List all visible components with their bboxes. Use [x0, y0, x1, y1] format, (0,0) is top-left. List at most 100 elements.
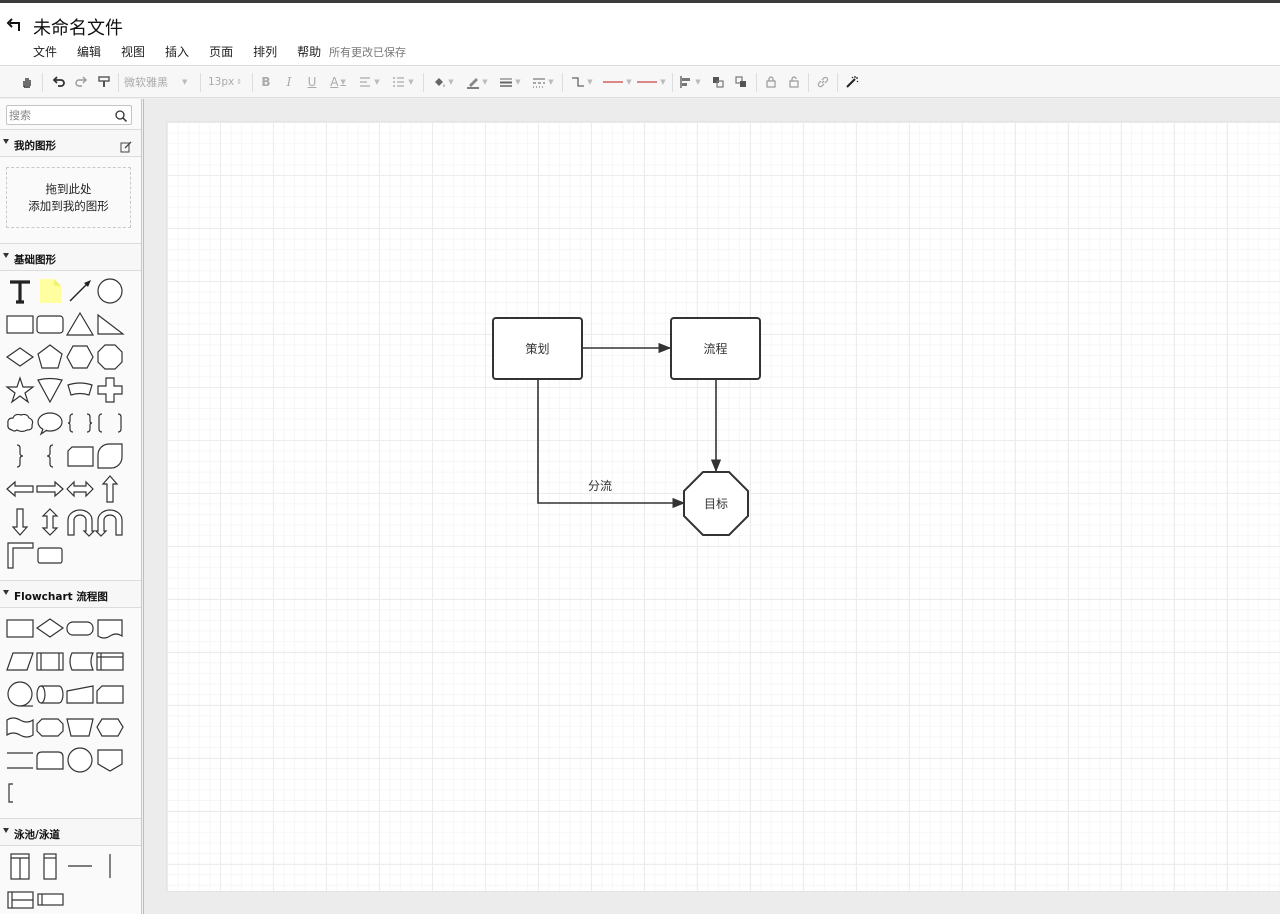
horizontal-pool-shape-icon[interactable]: [5, 884, 35, 914]
decision-shape-icon[interactable]: [35, 613, 65, 643]
parallel-mode-shape-icon[interactable]: [5, 745, 35, 775]
cloud-shape-icon[interactable]: [5, 408, 35, 438]
on-page-reference-shape-icon[interactable]: [65, 745, 95, 775]
down-arrow-shape-icon[interactable]: [5, 507, 35, 537]
note-shape-icon[interactable]: [35, 276, 65, 306]
underline-button[interactable]: U: [304, 73, 320, 91]
stored-data-shape-icon[interactable]: [65, 646, 95, 676]
node-process[interactable]: 流程: [670, 317, 761, 380]
line-width-icon[interactable]: ▼: [497, 73, 523, 91]
pentagon-shape-icon[interactable]: [35, 342, 65, 372]
connector-type-icon[interactable]: ▼: [570, 73, 594, 91]
section-my-shapes[interactable]: 我的图形: [0, 129, 141, 157]
edit-icon[interactable]: [120, 138, 132, 153]
data-shape-icon[interactable]: [5, 646, 35, 676]
line-style-icon[interactable]: ▼: [530, 73, 556, 91]
link-icon[interactable]: [814, 73, 832, 91]
octagon-shape-icon[interactable]: [95, 342, 125, 372]
vertical-pool-shape-icon[interactable]: [5, 851, 35, 881]
lock-icon[interactable]: [762, 73, 780, 91]
magic-wand-icon[interactable]: [843, 73, 861, 91]
list-icon[interactable]: ▼: [391, 73, 415, 91]
corner-shape-icon[interactable]: [5, 540, 35, 570]
right-triangle-shape-icon[interactable]: [95, 309, 125, 339]
vertical-separator-shape-icon[interactable]: [95, 851, 125, 881]
predefined-process-shape-icon[interactable]: [35, 646, 65, 676]
diamond-shape-icon[interactable]: [5, 342, 35, 372]
inverted-triangle-shape-icon[interactable]: [35, 375, 65, 405]
connector-shape-icon[interactable]: [5, 679, 35, 709]
section-flowchart[interactable]: Flowchart 流程图: [0, 580, 141, 608]
menu-insert[interactable]: 插入: [165, 43, 189, 61]
font-color-button[interactable]: A ▼: [327, 73, 349, 91]
rounded-rectangle-shape-icon[interactable]: [35, 309, 65, 339]
circle-shape-icon[interactable]: [95, 276, 125, 306]
right-arrow-shape-icon[interactable]: [35, 474, 65, 504]
u-turn-arrow-shape-icon[interactable]: [65, 507, 96, 537]
unlock-icon[interactable]: [785, 73, 803, 91]
annotation-shape-icon[interactable]: [5, 778, 35, 808]
menu-view[interactable]: 视图: [121, 43, 145, 61]
undo-icon[interactable]: [50, 73, 68, 91]
line-end-icon[interactable]: ▼: [634, 73, 668, 91]
preparation-shape-icon[interactable]: [95, 712, 125, 742]
brackets-shape-icon[interactable]: [95, 408, 125, 438]
process-shape-icon[interactable]: [5, 613, 35, 643]
search-icon[interactable]: [114, 108, 128, 123]
search-input[interactable]: [9, 107, 109, 123]
line-start-icon[interactable]: ▼: [600, 73, 634, 91]
delay-rounded-shape-icon[interactable]: [35, 712, 65, 742]
bring-to-front-icon[interactable]: [709, 73, 727, 91]
document-title[interactable]: 未命名文件: [33, 14, 123, 40]
triangle-shape-icon[interactable]: [65, 309, 95, 339]
font-family-select[interactable]: 微软雅黑 ▼: [124, 73, 194, 91]
left-arrow-shape-icon[interactable]: [5, 474, 35, 504]
card-shape-icon[interactable]: [65, 441, 95, 471]
document-shape-icon[interactable]: [95, 613, 125, 643]
section-swimlane[interactable]: 泳池/泳道: [0, 818, 141, 846]
internal-storage-shape-icon[interactable]: [95, 646, 125, 676]
punched-tape-shape-icon[interactable]: [5, 712, 35, 742]
horizontal-separator-shape-icon[interactable]: [65, 851, 95, 881]
redo-icon[interactable]: [72, 73, 90, 91]
menu-arrange[interactable]: 排列: [253, 43, 277, 61]
terminator-shape-icon[interactable]: [65, 613, 95, 643]
section-basic-shapes[interactable]: 基础图形: [0, 243, 141, 271]
off-page-reference-shape-icon[interactable]: [95, 745, 125, 775]
horizontal-lane-shape-icon[interactable]: [35, 884, 65, 914]
speech-bubble-shape-icon[interactable]: [35, 408, 65, 438]
manual-input-shape-icon[interactable]: [65, 679, 95, 709]
double-arrow-shape-icon[interactable]: [65, 474, 95, 504]
arrow-line-icon[interactable]: [65, 276, 95, 306]
fill-color-icon[interactable]: ▼: [430, 73, 456, 91]
vertical-double-arrow-shape-icon[interactable]: [35, 507, 65, 537]
font-size-select[interactable]: 13px ⇕: [208, 73, 248, 91]
rectangle-shape-icon[interactable]: [5, 309, 35, 339]
my-shapes-dropzone[interactable]: 拖到此处 添加到我的图形: [6, 167, 131, 228]
menu-edit[interactable]: 编辑: [77, 43, 101, 61]
left-brace-shape-icon[interactable]: [35, 441, 65, 471]
node-goal[interactable]: 目标: [684, 472, 748, 535]
rounded-corner-shape-icon[interactable]: [95, 441, 125, 471]
vertical-lane-shape-icon[interactable]: [35, 851, 65, 881]
card-flow-shape-icon[interactable]: [95, 679, 125, 709]
banner-shape-icon[interactable]: [65, 375, 95, 405]
menu-help[interactable]: 帮助: [297, 43, 321, 61]
hexagon-shape-icon[interactable]: [65, 342, 95, 372]
right-brace-shape-icon[interactable]: [5, 441, 35, 471]
text-shape-icon[interactable]: [5, 276, 35, 306]
align-shapes-icon[interactable]: ▼: [678, 73, 702, 91]
manual-operation-shape-icon[interactable]: [65, 712, 95, 742]
direct-access-storage-shape-icon[interactable]: [35, 679, 65, 709]
star-shape-icon[interactable]: [5, 375, 35, 405]
align-text-icon[interactable]: ▼: [358, 73, 380, 91]
menu-file[interactable]: 文件: [33, 43, 57, 61]
bold-button[interactable]: B: [258, 73, 274, 91]
delay-shape-icon[interactable]: [35, 745, 65, 775]
format-painter-icon[interactable]: [95, 73, 113, 91]
up-arrow-shape-icon[interactable]: [95, 474, 125, 504]
node-plan[interactable]: 策划: [492, 317, 583, 380]
line-color-icon[interactable]: ▼: [464, 73, 490, 91]
send-to-back-icon[interactable]: [732, 73, 750, 91]
u-turn-arrow-alt-shape-icon[interactable]: [94, 507, 125, 537]
